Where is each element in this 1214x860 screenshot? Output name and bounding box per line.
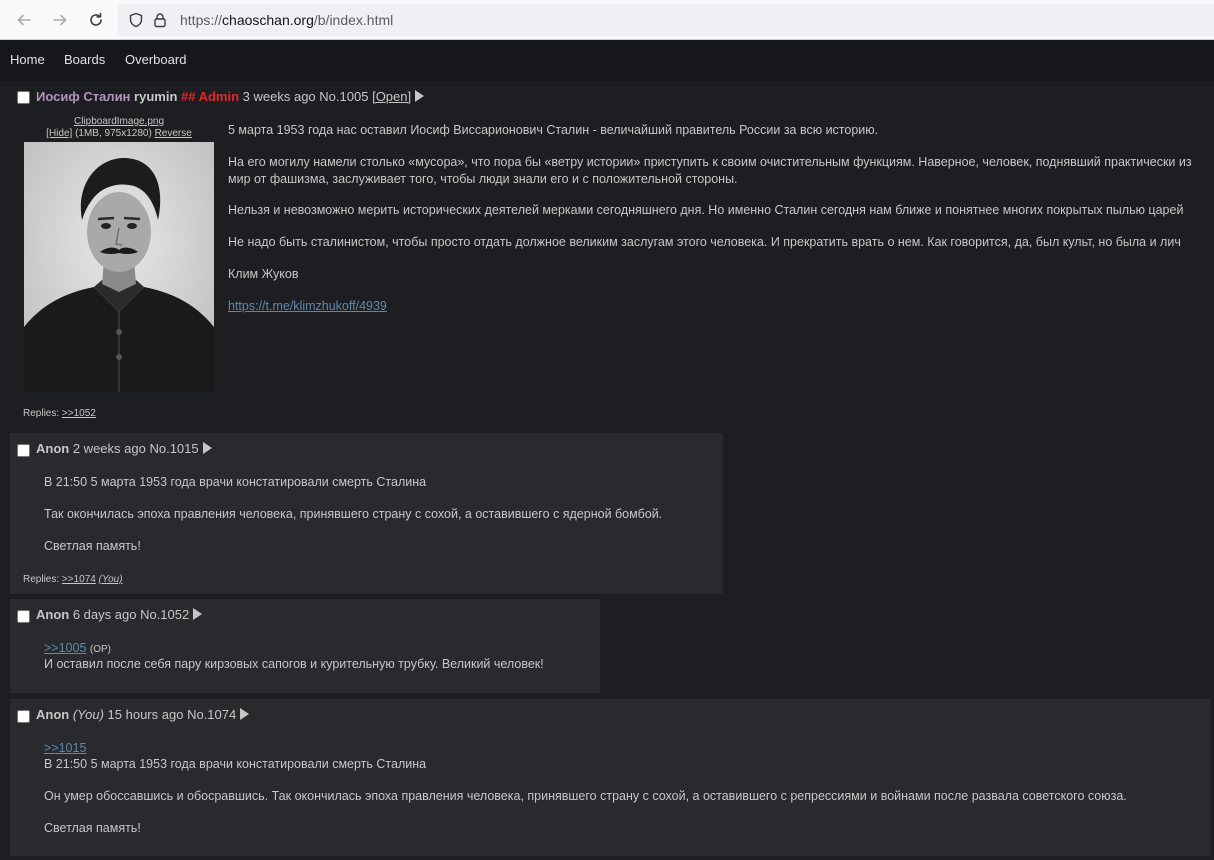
- reply-backlink[interactable]: >>1052: [62, 408, 96, 419]
- url-host: chaoschan.org: [222, 12, 314, 28]
- file-meta: (1MB, 975x1280): [75, 128, 152, 139]
- op-external-link[interactable]: https://t.me/klimzhukoff/4939: [228, 299, 387, 313]
- site-nav: Home Boards Overboard: [0, 40, 1214, 81]
- op-file-info: ClipboardImage.png [Hide] (1MB, 975x1280…: [24, 116, 214, 140]
- reply-body-line: В 21:50 5 марта 1953 года врачи констати…: [44, 475, 427, 489]
- post-menu-icon[interactable]: [415, 90, 425, 102]
- post-menu-icon[interactable]: [193, 608, 203, 620]
- op-time: 3 weeks ago: [242, 89, 316, 104]
- reply-name: Anon: [36, 707, 70, 722]
- op-replies: Replies: >>1052: [23, 408, 96, 419]
- reply-header: Anon (You) 15 hours ago No.1074: [36, 707, 250, 722]
- back-button[interactable]: [12, 8, 36, 32]
- reply-backlink-you[interactable]: (You): [99, 574, 123, 585]
- file-reverse-link[interactable]: Reverse: [155, 128, 192, 139]
- url-path: /b/index.html: [313, 12, 394, 28]
- browser-toolbar: https://chaoschan.org/b/index.html: [0, 0, 1214, 40]
- reply-header: Anon 2 weeks ago No.1015: [36, 441, 212, 456]
- lock-icon[interactable]: [152, 12, 168, 28]
- arrow-left-icon: [17, 14, 31, 26]
- quote-link[interactable]: >>1005: [44, 641, 86, 655]
- reply-post-1015: Anon 2 weeks ago No.1015 В 21:50 5 марта…: [10, 433, 723, 594]
- url-scheme: https://: [180, 12, 223, 28]
- reply-post-1074: Anon (You) 15 hours ago No.1074 >>1015 В…: [10, 699, 1211, 856]
- reply-time: 15 hours ago: [107, 707, 184, 722]
- reply-body-line: В 21:50 5 марта 1953 года врачи констати…: [44, 757, 427, 771]
- reply-you-marker: (You): [72, 707, 104, 722]
- quote-op-note: (OP): [89, 644, 112, 655]
- reply-header: Anon 6 days ago No.1052: [36, 607, 203, 622]
- reply-select-checkbox[interactable]: [17, 610, 30, 623]
- op-body-line: Нельзя и невозможно мерить исторических …: [228, 203, 1184, 217]
- reply-post-number[interactable]: No.1074: [187, 707, 236, 722]
- op-post-number[interactable]: No.1005: [319, 89, 368, 104]
- reply-body-line: И оставил после себя пару кирзовых сапог…: [44, 657, 544, 671]
- post-menu-icon[interactable]: [240, 708, 250, 720]
- reload-button[interactable]: [84, 8, 108, 32]
- quote-link[interactable]: >>1015: [44, 741, 86, 755]
- reply-post-number[interactable]: No.1015: [149, 441, 198, 456]
- reply-time: 2 weeks ago: [72, 441, 146, 456]
- op-open-link[interactable]: [Open]: [372, 89, 411, 104]
- reply-backlink[interactable]: >>1074: [62, 574, 96, 585]
- url-text: https://chaoschan.org/b/index.html: [180, 12, 393, 28]
- op-signature: Клим Жуков: [228, 267, 299, 281]
- reply-select-checkbox[interactable]: [17, 710, 30, 723]
- post-menu-icon[interactable]: [202, 442, 212, 454]
- op-user: ryumin: [134, 89, 178, 104]
- reply-body-line: Светлая память!: [44, 821, 141, 835]
- portrait-image: [24, 142, 214, 392]
- nav-home-link[interactable]: Home: [10, 52, 45, 67]
- op-body-line: Не надо быть сталинистом, чтобы просто о…: [228, 235, 1181, 249]
- reply-name: Anon: [36, 607, 70, 622]
- reply-post-1052: Anon 6 days ago No.1052 >>1005 (OP) И ос…: [10, 599, 600, 693]
- op-name: Иосиф Сталин: [36, 89, 131, 104]
- shield-icon[interactable]: [128, 12, 144, 28]
- op-capcode: ## Admin: [181, 89, 240, 104]
- file-hide-link[interactable]: [Hide]: [46, 128, 72, 139]
- reply-body-line: Светлая память!: [44, 539, 141, 553]
- replies-label: Replies:: [23, 408, 60, 419]
- nav-overboard-link[interactable]: Overboard: [125, 52, 186, 67]
- address-bar[interactable]: https://chaoschan.org/b/index.html: [118, 4, 1214, 36]
- file-name-link[interactable]: ClipboardImage.png: [74, 116, 164, 127]
- op-post-header: Иосиф Сталин ryumin ## Admin 3 weeks ago…: [36, 89, 425, 104]
- arrow-right-icon: [53, 14, 67, 26]
- reply-name: Anon: [36, 441, 70, 456]
- reply-select-checkbox[interactable]: [17, 444, 30, 457]
- reply-replies: Replies: >>1074 (You): [23, 574, 123, 585]
- forward-button[interactable]: [48, 8, 72, 32]
- op-body-line: На его могилу намели столько «мусора», ч…: [228, 155, 1192, 169]
- op-select-checkbox[interactable]: [17, 91, 30, 104]
- nav-boards-link[interactable]: Boards: [64, 52, 105, 67]
- op-body-line: 5 марта 1953 года нас оставил Иосиф Висс…: [228, 123, 879, 137]
- reply-body-line: Так окончилась эпоха правления человека,…: [44, 507, 663, 521]
- op-body-line: мир от фашизма, заслуживает того, чтобы …: [228, 172, 738, 186]
- replies-label: Replies:: [23, 574, 60, 585]
- reply-time: 6 days ago: [72, 607, 137, 622]
- reload-icon: [90, 12, 102, 26]
- reply-body-line: Он умер обоссавшись и обосравшись. Так о…: [44, 789, 1127, 803]
- op-image-thumbnail[interactable]: [24, 142, 214, 392]
- reply-post-number[interactable]: No.1052: [140, 607, 189, 622]
